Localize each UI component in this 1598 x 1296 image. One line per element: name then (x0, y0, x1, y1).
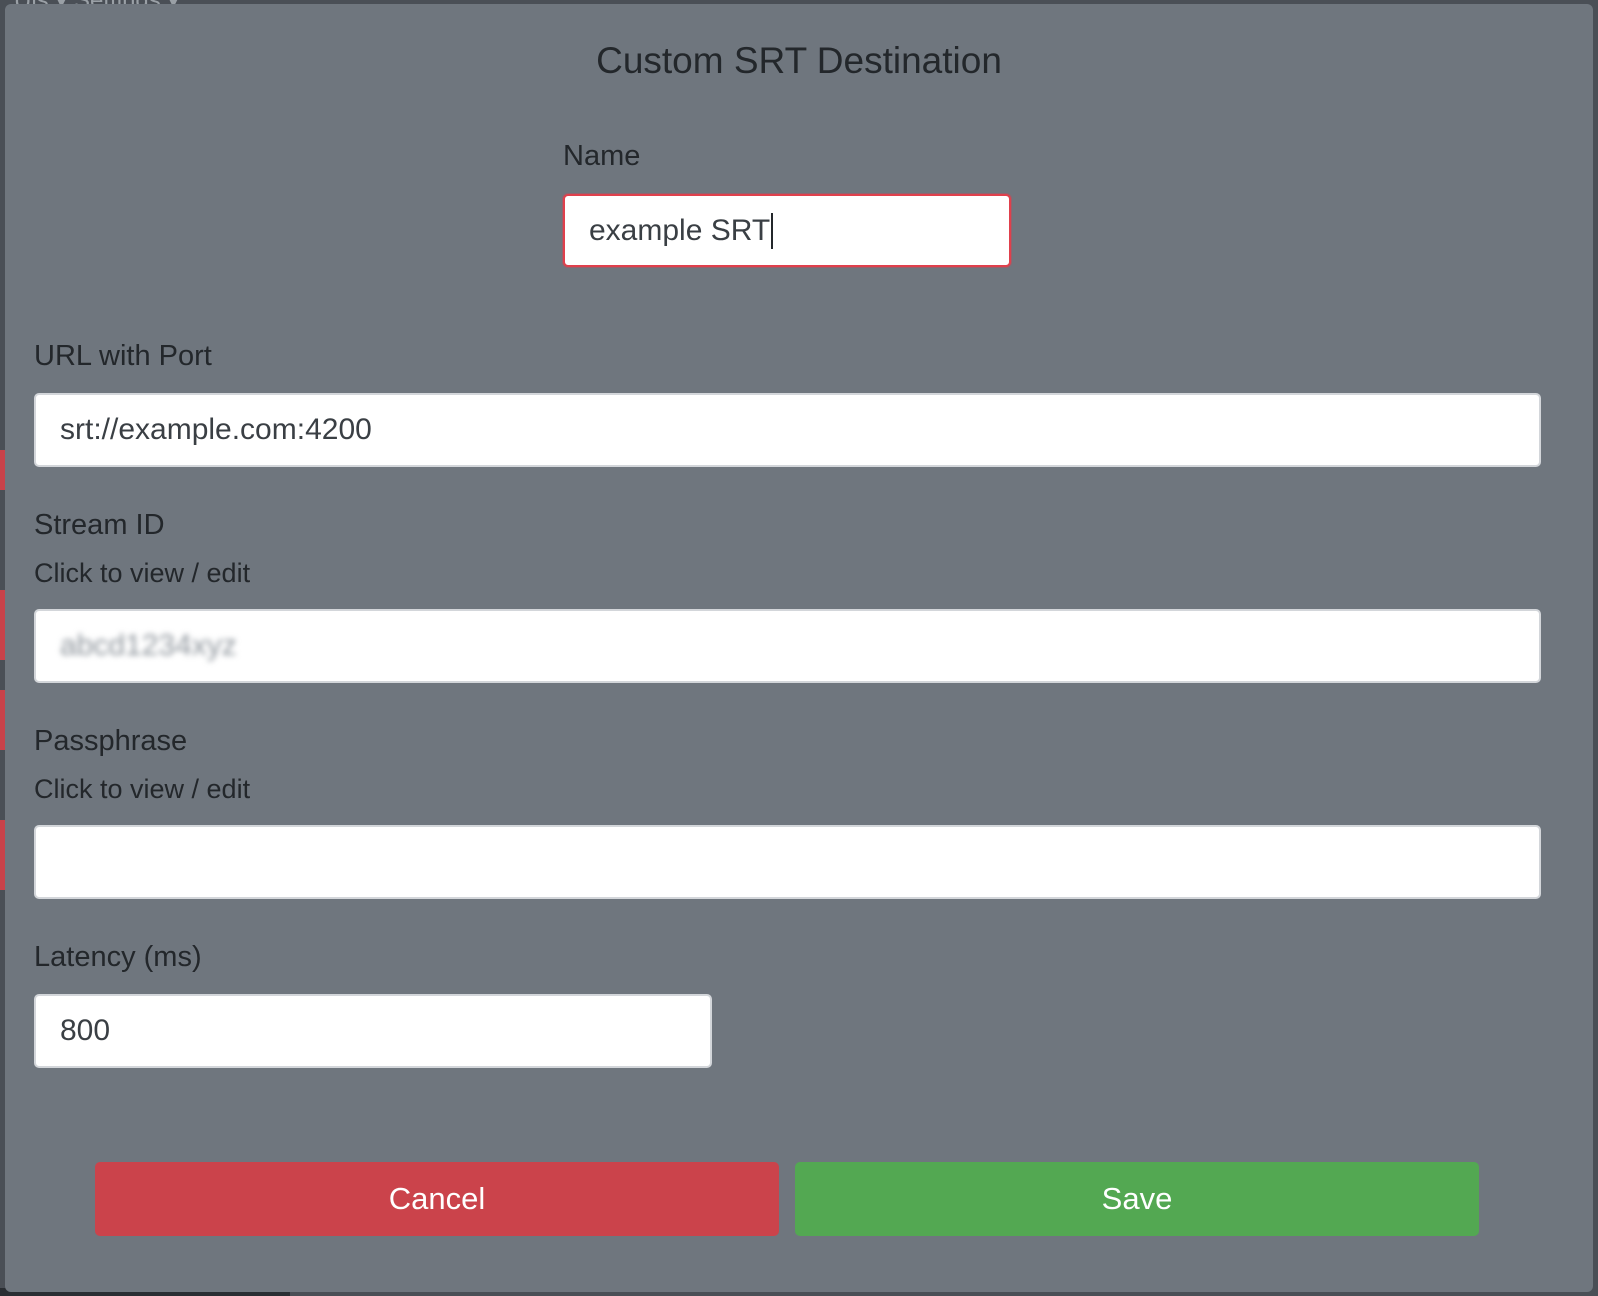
passphrase-label: Passphrase (34, 725, 188, 757)
passphrase-input[interactable] (34, 825, 1541, 899)
stream-id-hint: Click to view / edit (34, 558, 251, 588)
latency-input-value: 800 (60, 1014, 111, 1047)
stream-id-masked-value: abcd1234xyz (60, 629, 237, 662)
latency-label: Latency (ms) (34, 941, 202, 973)
dialog-title: Custom SRT Destination (596, 40, 1002, 81)
save-button[interactable]: Save (795, 1162, 1479, 1236)
name-input[interactable]: example SRT (563, 194, 1011, 267)
url-input-value: srt://example.com:4200 (60, 413, 372, 446)
name-label: Name (563, 140, 641, 172)
latency-input[interactable]: 800 (34, 994, 712, 1068)
stream-id-label: Stream ID (34, 509, 165, 541)
url-label: URL with Port (34, 340, 212, 372)
passphrase-hint: Click to view / edit (34, 774, 251, 804)
name-input-value: example SRT (589, 213, 771, 247)
custom-srt-dialog: Custom SRT Destination Name example SRT … (5, 4, 1593, 1292)
text-caret (771, 212, 774, 249)
stream-id-input[interactable]: abcd1234xyz (34, 609, 1541, 683)
cancel-button[interactable]: Cancel (95, 1162, 779, 1236)
url-input[interactable]: srt://example.com:4200 (34, 393, 1541, 467)
